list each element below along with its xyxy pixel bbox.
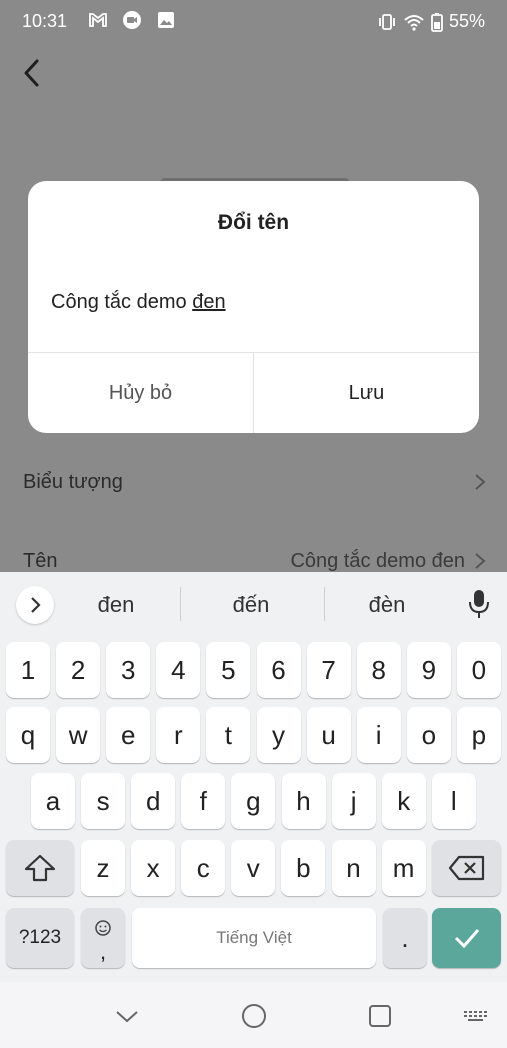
keyboard-switch-icon[interactable]	[462, 1002, 490, 1030]
key-z[interactable]: z	[81, 840, 125, 896]
shift-icon	[24, 854, 56, 882]
space-bar[interactable]: Tiếng Việt	[132, 908, 376, 968]
key-e[interactable]: e	[106, 707, 151, 763]
wifi-icon	[404, 14, 424, 31]
chevron-right-icon	[475, 474, 486, 490]
vibrate-icon	[379, 13, 395, 30]
enter-key[interactable]	[432, 908, 501, 968]
keyboard: đen đến đèn 1234567890 qwertyuiop asdfghjk…	[0, 572, 507, 982]
key-7[interactable]: 7	[306, 642, 351, 698]
checkmark-icon	[454, 929, 479, 949]
key-3[interactable]: 3	[106, 642, 151, 698]
key-6[interactable]: 6	[256, 642, 301, 698]
key-n[interactable]: n	[331, 840, 376, 896]
microphone-icon[interactable]	[467, 588, 491, 620]
name-input[interactable]: Công tắc demo đen	[51, 291, 226, 314]
expand-toolbar-button[interactable]	[16, 586, 54, 624]
backspace-icon	[448, 855, 484, 881]
status-bar: 10:31 55%	[0, 0, 507, 42]
suggestion-separator	[324, 587, 325, 621]
name-input-composing-word: đen	[192, 291, 226, 313]
key-r[interactable]: r	[156, 707, 201, 763]
backspace-key[interactable]	[432, 840, 501, 896]
key-k[interactable]: k	[381, 773, 426, 829]
battery-percent: 55%	[448, 11, 485, 31]
key-0[interactable]: 0	[456, 642, 501, 698]
status-right: 55%	[377, 11, 485, 32]
video-call-icon	[123, 11, 141, 29]
chevron-right-icon	[475, 553, 486, 569]
key-s[interactable]: s	[81, 773, 126, 829]
shift-key[interactable]	[6, 840, 74, 896]
key-9[interactable]: 9	[406, 642, 451, 698]
image-icon	[158, 12, 174, 28]
key-j[interactable]: j	[331, 773, 376, 829]
period-key[interactable]: .	[383, 908, 427, 968]
save-button[interactable]: Lưu	[254, 353, 479, 433]
battery-icon	[431, 12, 443, 32]
suggestion-separator	[180, 587, 181, 621]
settings-row-icon[interactable]: Biểu tượng	[0, 452, 507, 512]
recents-icon[interactable]	[366, 1002, 394, 1030]
key-4[interactable]: 4	[156, 642, 201, 698]
suggestion-2[interactable]: đến	[201, 592, 301, 618]
emoji-icon	[95, 920, 111, 936]
chevron-right-icon	[31, 597, 41, 613]
key-p[interactable]: p	[456, 707, 501, 763]
key-d[interactable]: d	[131, 773, 176, 829]
key-o[interactable]: o	[406, 707, 451, 763]
symbols-key[interactable]: ?123	[6, 908, 74, 968]
key-u[interactable]: u	[306, 707, 351, 763]
key-t[interactable]: t	[206, 707, 251, 763]
comma-label: ,	[99, 939, 107, 964]
key-h[interactable]: h	[281, 773, 326, 829]
navigation-bar	[0, 982, 507, 1048]
key-c[interactable]: c	[181, 840, 226, 896]
key-w[interactable]: w	[56, 707, 101, 763]
status-time: 10:31	[22, 11, 68, 31]
suggestion-3[interactable]: đèn	[337, 592, 437, 618]
home-icon[interactable]	[240, 1002, 268, 1030]
key-q[interactable]: q	[6, 707, 50, 763]
hide-keyboard-icon[interactable]	[113, 1002, 141, 1030]
emoji-comma-key[interactable]: ,	[81, 908, 125, 968]
cancel-button[interactable]: Hủy bỏ	[28, 353, 253, 433]
dialog-title: Đổi tên	[217, 211, 290, 234]
key-l[interactable]: l	[431, 773, 476, 829]
gmail-icon	[89, 13, 107, 27]
key-f[interactable]: f	[181, 773, 226, 829]
key-i[interactable]: i	[356, 707, 401, 763]
settings-row-label: Biểu tượng	[23, 471, 123, 493]
key-2[interactable]: 2	[56, 642, 101, 698]
key-y[interactable]: y	[256, 707, 301, 763]
name-input-text: Công tắc demo	[51, 291, 193, 313]
key-v[interactable]: v	[231, 840, 276, 896]
suggestion-bar: đen đến đèn	[0, 572, 507, 636]
rename-dialog: Đổi tên Công tắc demo đen Hủy bỏ Lưu	[28, 181, 479, 433]
suggestion-1[interactable]: đen	[66, 592, 166, 618]
key-5[interactable]: 5	[206, 642, 251, 698]
back-arrow-icon[interactable]	[18, 56, 48, 90]
key-g[interactable]: g	[231, 773, 276, 829]
key-b[interactable]: b	[281, 840, 326, 896]
key-8[interactable]: 8	[356, 642, 401, 698]
key-1[interactable]: 1	[6, 642, 50, 698]
key-m[interactable]: m	[381, 840, 426, 896]
key-a[interactable]: a	[31, 773, 75, 829]
key-x[interactable]: x	[131, 840, 176, 896]
